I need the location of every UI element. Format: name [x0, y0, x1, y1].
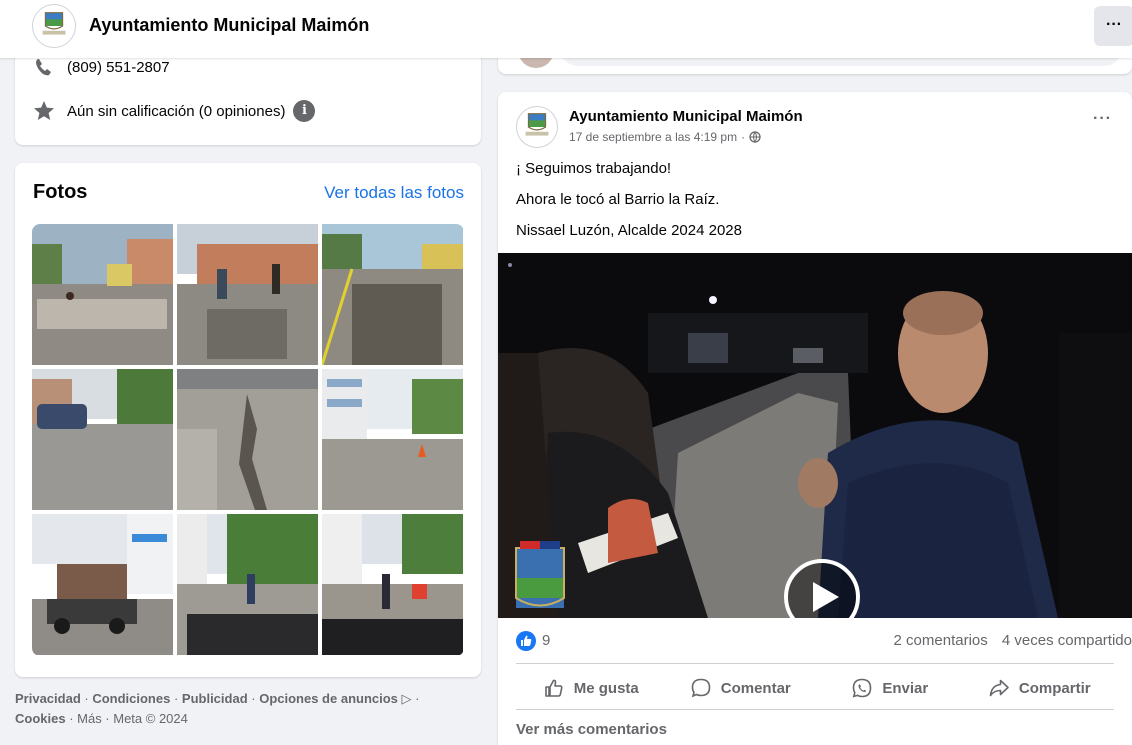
- post-card: Ayuntamiento Municipal Maimón 17 de sept…: [498, 92, 1132, 745]
- share-icon: [989, 679, 1009, 697]
- comment-icon: [691, 678, 711, 698]
- post-meta: 17 de septiembre a las 4:19 pm ·: [569, 130, 761, 144]
- footer-cookies-link[interactable]: Cookies: [15, 711, 66, 726]
- photo-thumbnail[interactable]: [32, 514, 173, 655]
- municipal-seal-icon: [525, 113, 549, 136]
- post-more-button[interactable]: ···: [1093, 110, 1112, 128]
- footer-terms-link[interactable]: Condiciones: [92, 691, 170, 706]
- photo-thumbnail[interactable]: [322, 224, 463, 365]
- globe-icon: [749, 131, 761, 143]
- photo-thumbnail[interactable]: [322, 514, 463, 655]
- shares-count[interactable]: 4 veces compartido: [1002, 632, 1132, 649]
- footer-advertising-link[interactable]: Publicidad: [182, 691, 248, 706]
- photos-title: Fotos: [33, 181, 88, 203]
- page-title[interactable]: Ayuntamiento Municipal Maimón: [89, 15, 369, 36]
- thumbs-up-icon: [544, 679, 563, 697]
- stats-divider: [516, 663, 1114, 664]
- star-icon: [33, 100, 55, 122]
- share-button-label: Compartir: [1018, 679, 1091, 697]
- footer-line-1: Privacidad · Condiciones · Publicidad · …: [15, 691, 420, 706]
- comment-button-label: Comentar: [720, 679, 791, 697]
- post-author-name[interactable]: Ayuntamiento Municipal Maimón: [569, 108, 803, 125]
- post-text-line: ¡ Seguimos trabajando!: [516, 160, 672, 177]
- like-count[interactable]: 9: [542, 632, 550, 649]
- engagement-counts: 2 comentarios 4 veces compartido: [884, 632, 1132, 649]
- photo-grid: [32, 224, 464, 656]
- photo-thumbnail[interactable]: [177, 224, 318, 365]
- post-text-line: Nissael Luzón, Alcalde 2024 2028: [516, 222, 742, 239]
- comment-button[interactable]: Comentar: [666, 672, 816, 704]
- photos-card: Fotos Ver todas las fotos: [15, 163, 481, 677]
- page-header: Ayuntamiento Municipal Maimón ···: [0, 0, 1132, 58]
- post-video[interactable]: [498, 253, 1132, 618]
- footer-rest: · Más · Meta © 2024: [65, 711, 188, 726]
- photo-thumbnail[interactable]: [322, 369, 463, 510]
- post-text-line: Ahora le tocó al Barrio la Raíz.: [516, 191, 720, 208]
- page-logo[interactable]: [32, 4, 76, 48]
- info-icon[interactable]: i: [293, 100, 316, 122]
- footer-privacy-link[interactable]: Privacidad: [15, 691, 81, 706]
- play-icon[interactable]: [783, 558, 861, 618]
- post-timestamp[interactable]: 17 de septiembre a las 4:19 pm: [569, 130, 737, 144]
- send-button-label: Enviar: [882, 679, 929, 697]
- actions-divider: [516, 709, 1114, 710]
- photo-thumbnail[interactable]: [32, 224, 173, 365]
- post-stats: 9 2 comentarios 4 veces compartido: [516, 630, 1132, 652]
- like-button[interactable]: Me gusta: [516, 672, 666, 704]
- phone-icon: [33, 56, 55, 78]
- ad-choices-icon: ▷: [401, 691, 412, 706]
- page-more-button[interactable]: ···: [1094, 6, 1132, 46]
- phone-number[interactable]: (809) 551-2807: [67, 59, 170, 76]
- like-button-label: Me gusta: [573, 679, 639, 697]
- comments-count[interactable]: 2 comentarios: [894, 632, 988, 649]
- page-footer: Privacidad · Condiciones · Publicidad · …: [15, 689, 445, 729]
- photo-thumbnail[interactable]: [177, 369, 318, 510]
- meta-separator: ·: [741, 130, 746, 144]
- phone-row: (809) 551-2807: [33, 56, 170, 78]
- photo-thumbnail[interactable]: [177, 514, 318, 655]
- whatsapp-icon: [852, 678, 872, 698]
- photo-thumbnail[interactable]: [32, 369, 173, 510]
- post-actions: Me gusta Comentar Enviar Compartir: [516, 672, 1114, 704]
- send-button[interactable]: Enviar: [815, 672, 965, 704]
- like-reaction-icon[interactable]: [516, 631, 536, 651]
- post-author-avatar[interactable]: [516, 106, 558, 148]
- municipal-seal-icon: [42, 12, 66, 35]
- rating-row: Aún sin calificación (0 opiniones) i: [33, 100, 316, 122]
- footer-ad-choices-link[interactable]: Opciones de anuncios: [259, 691, 398, 706]
- footer-line-2: Cookies · Más · Meta © 2024: [15, 709, 445, 729]
- see-all-photos-link[interactable]: Ver todas las fotos: [324, 183, 464, 203]
- rating-text: Aún sin calificación (0 opiniones): [67, 102, 286, 120]
- see-more-comments-link[interactable]: Ver más comentarios: [516, 721, 667, 738]
- share-button[interactable]: Compartir: [965, 672, 1115, 704]
